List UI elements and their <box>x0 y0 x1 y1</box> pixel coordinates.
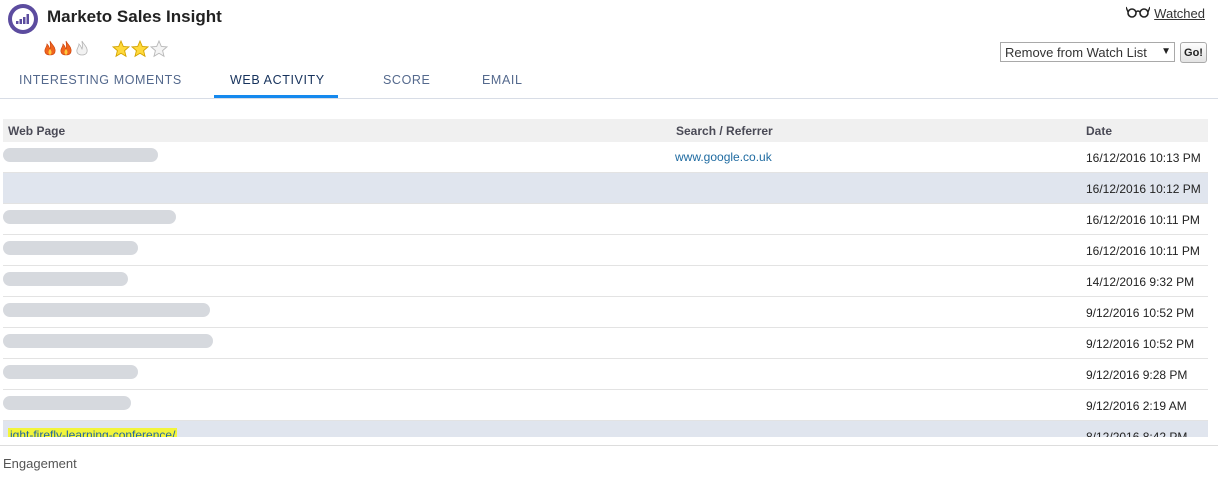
web-activity-table: Web Page Search / Referrer Date www.goog… <box>3 119 1208 437</box>
table-header: Web Page Search / Referrer Date <box>3 119 1208 142</box>
engagement-label: Engagement <box>3 456 77 471</box>
watched-link[interactable]: Watched <box>1154 6 1205 21</box>
table-row: ight-firefly-learning-conference/8/12/20… <box>3 421 1208 437</box>
activity-date: 9/12/2016 2:19 AM <box>1086 399 1187 413</box>
tab-web-activity[interactable]: WEB ACTIVITY <box>230 73 325 87</box>
tab-score[interactable]: SCORE <box>383 73 430 87</box>
activity-date: 9/12/2016 10:52 PM <box>1086 337 1195 351</box>
table-row: 9/12/2016 9:28 PM <box>3 359 1208 390</box>
table-row: 16/12/2016 10:12 PM <box>3 173 1208 204</box>
bar-chart-icon <box>12 8 34 30</box>
column-header-referrer[interactable]: Search / Referrer <box>676 124 773 138</box>
column-header-web-page[interactable]: Web Page <box>8 124 65 138</box>
table-row: 9/12/2016 10:52 PM <box>3 297 1208 328</box>
table-row: 14/12/2016 9:32 PM <box>3 266 1208 297</box>
urgency-flames <box>42 40 90 58</box>
table-row: 16/12/2016 10:11 PM <box>3 235 1208 266</box>
activity-date: 9/12/2016 9:28 PM <box>1086 368 1188 382</box>
activity-date: 14/12/2016 9:32 PM <box>1086 275 1195 289</box>
star-icon <box>131 40 149 58</box>
redacted-web-page-link[interactable] <box>3 396 131 410</box>
table-row: 16/12/2016 10:11 PM <box>3 204 1208 235</box>
activity-date: 16/12/2016 10:11 PM <box>1086 244 1200 258</box>
flame-icon <box>42 40 58 58</box>
dropdown-arrow-icon: ▼ <box>1161 46 1171 57</box>
app-title: Marketo Sales Insight <box>47 7 222 26</box>
activity-date: 9/12/2016 10:52 PM <box>1086 306 1195 320</box>
activity-date: 16/12/2016 10:13 PM <box>1086 151 1201 165</box>
activity-date: 16/12/2016 10:11 PM <box>1086 213 1200 227</box>
marketo-logo <box>8 4 38 34</box>
column-header-date[interactable]: Date <box>1086 124 1112 138</box>
relative-score-stars <box>112 40 168 58</box>
redacted-web-page-link[interactable] <box>3 334 213 348</box>
redacted-web-page-link[interactable] <box>3 303 210 317</box>
flame-outline-icon <box>74 40 90 58</box>
table-row: 9/12/2016 2:19 AM <box>3 390 1208 421</box>
tab-email[interactable]: EMAIL <box>482 73 523 87</box>
tab-bar: INTERESTING MOMENTS WEB ACTIVITY SCORE E… <box>0 64 1218 99</box>
table-row: www.google.co.uk 16/12/2016 10:13 PM <box>3 142 1208 173</box>
redacted-web-page-link[interactable] <box>3 210 176 224</box>
redacted-web-page-link[interactable] <box>3 148 158 162</box>
table-row: 9/12/2016 10:52 PM <box>3 328 1208 359</box>
go-button[interactable]: Go! <box>1180 42 1207 63</box>
star-outline-icon <box>150 40 168 58</box>
table-body: www.google.co.uk 16/12/2016 10:13 PM 16/12… <box>3 142 1208 437</box>
flame-icon <box>58 40 74 58</box>
active-tab-indicator <box>214 95 338 98</box>
watched-indicator[interactable]: Watched <box>1125 6 1205 21</box>
referrer-link[interactable]: www.google.co.uk <box>675 150 772 164</box>
star-icon <box>112 40 130 58</box>
tab-interesting-moments[interactable]: INTERESTING MOMENTS <box>19 73 182 87</box>
activity-date: 16/12/2016 10:12 PM <box>1086 182 1201 196</box>
priority-rating <box>42 40 168 58</box>
redacted-web-page-link[interactable] <box>3 241 138 255</box>
activity-date: 8/12/2016 8:42 PM <box>1086 430 1188 437</box>
engagement-section: Engagement <box>0 445 1218 471</box>
redacted-web-page-link[interactable] <box>3 365 138 379</box>
redacted-web-page-link[interactable] <box>3 272 128 286</box>
watch-list-select[interactable]: Remove from Watch List ▼ <box>1000 42 1175 62</box>
web-page-link[interactable]: ight-firefly-learning-conference/ <box>8 428 178 437</box>
glasses-icon <box>1125 6 1151 21</box>
watch-select-value: Remove from Watch List <box>1005 44 1147 60</box>
